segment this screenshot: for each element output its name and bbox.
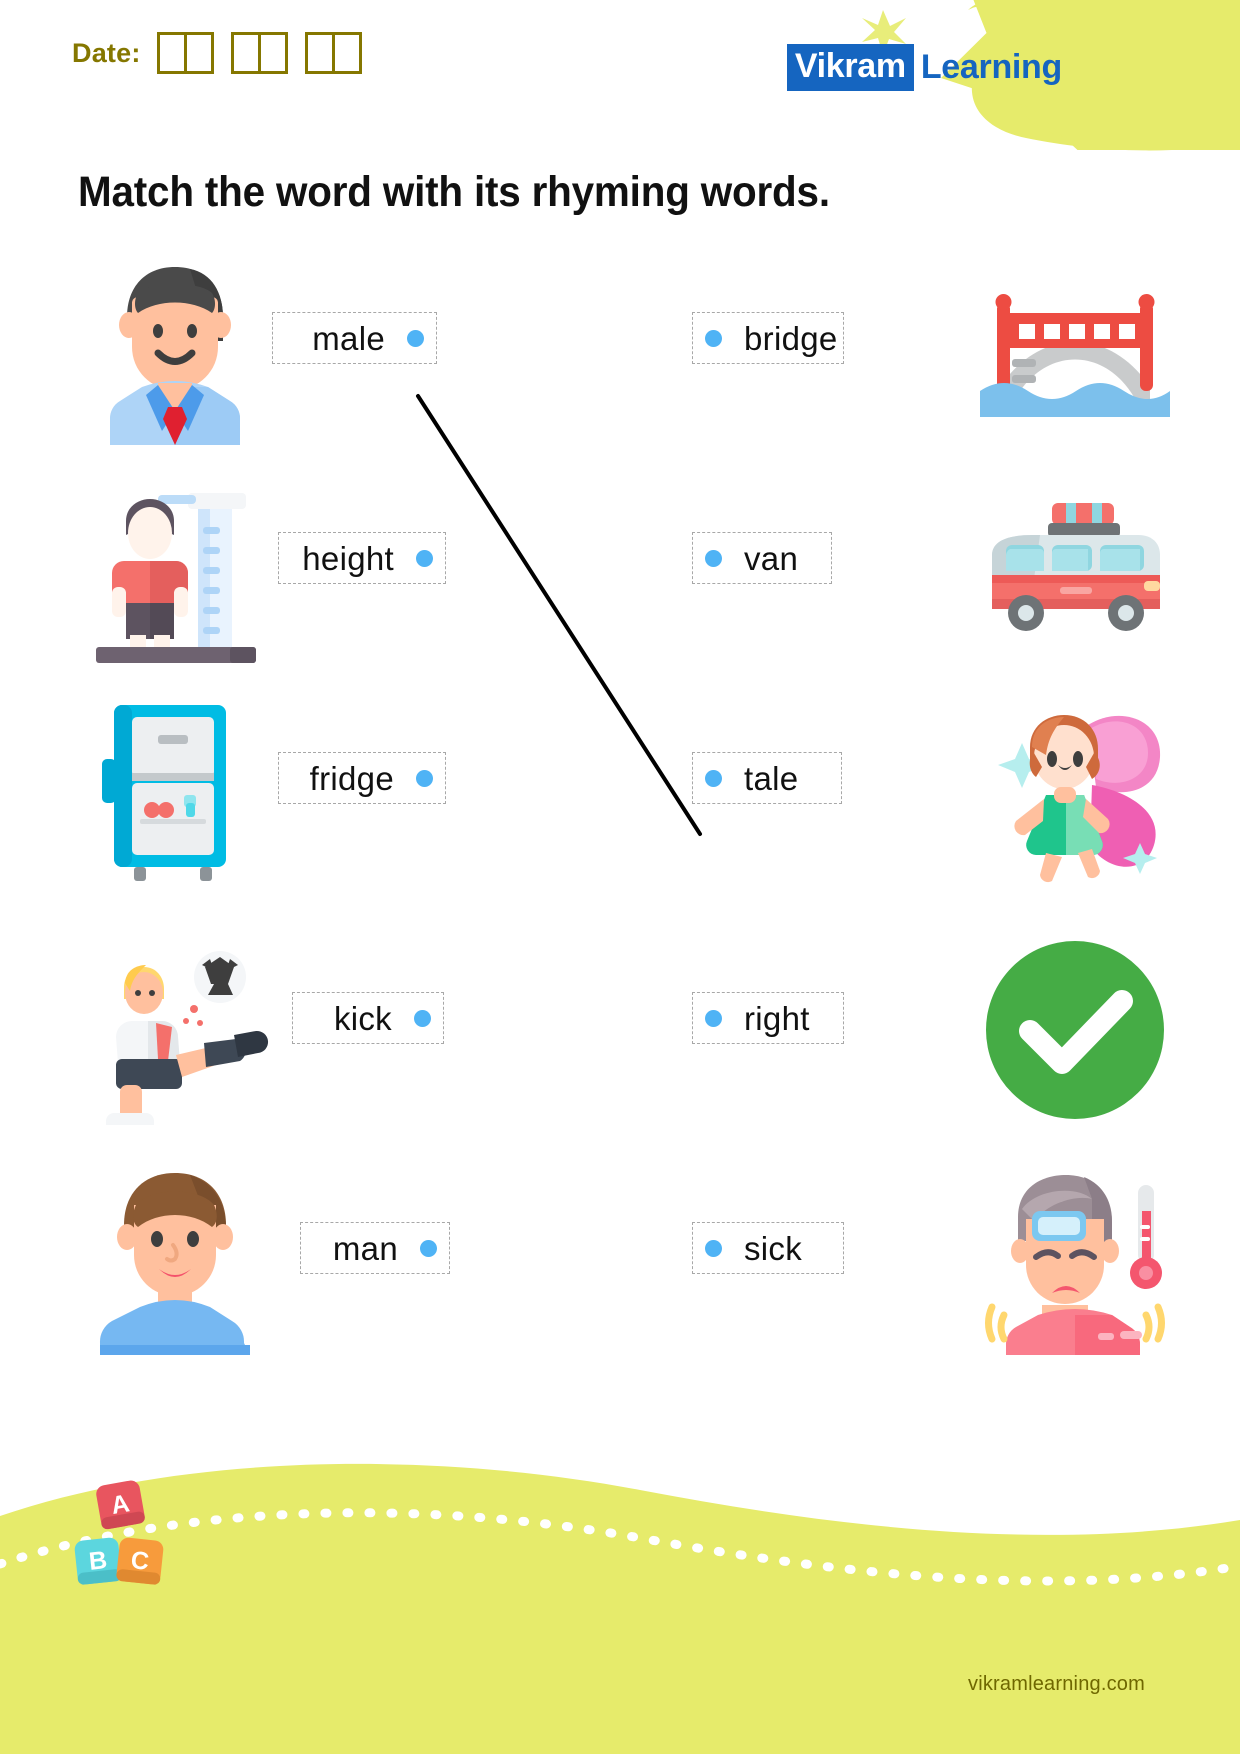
young-man-portrait-icon: [99, 1173, 250, 1355]
date-cell[interactable]: [257, 32, 288, 74]
date-box-group-day[interactable]: [156, 32, 214, 74]
matching-board: male bridge height van fridge tale kick …: [0, 250, 1240, 1410]
word-card-bridge[interactable]: bridge: [692, 312, 844, 364]
connector-dot-right[interactable]: [705, 1009, 722, 1027]
word-card-fridge[interactable]: fridge: [278, 752, 446, 804]
page-title: Match the word with its rhyming words.: [78, 168, 830, 216]
word-card-sick[interactable]: sick: [692, 1222, 844, 1274]
brand-logo[interactable]: Vikram Learning: [786, 44, 1062, 91]
match-row: male bridge: [0, 250, 1240, 450]
connector-dot-fridge[interactable]: [416, 769, 433, 787]
connector-dot-height[interactable]: [416, 549, 433, 567]
match-row: height van: [0, 470, 1240, 670]
word-card-male[interactable]: male: [272, 312, 437, 364]
date-cell[interactable]: [331, 32, 362, 74]
connector-dot-male[interactable]: [407, 329, 424, 347]
footer-website-url[interactable]: vikramlearning.com: [968, 1673, 1145, 1696]
date-box-group-month[interactable]: [230, 32, 288, 74]
word-label: van: [744, 539, 799, 577]
word-label: sick: [744, 1229, 803, 1267]
word-card-tale[interactable]: tale: [692, 752, 842, 804]
date-cell[interactable]: [183, 32, 214, 74]
word-label: height: [302, 539, 394, 577]
connector-dot-van[interactable]: [705, 549, 722, 567]
connector-dot-sick[interactable]: [705, 1239, 722, 1257]
red-camper-van-icon: [992, 503, 1160, 631]
page-footer: A B C vikramlearning.com: [0, 1424, 1240, 1754]
date-box-groups[interactable]: [156, 32, 362, 74]
refrigerator-icon: [102, 705, 226, 881]
match-row: kick right: [0, 930, 1240, 1130]
child-height-measure-icon: [96, 493, 256, 663]
word-card-van[interactable]: van: [692, 532, 832, 584]
page-header: Date: Vikram Learning: [0, 0, 1240, 170]
word-card-kick[interactable]: kick: [292, 992, 444, 1044]
date-field[interactable]: Date:: [72, 32, 362, 74]
word-label: fridge: [309, 759, 394, 797]
date-cell[interactable]: [304, 32, 335, 74]
connector-dot-bridge[interactable]: [705, 329, 722, 347]
connector-dot-tale[interactable]: [705, 769, 722, 787]
logo-word-text: Learning: [920, 48, 1062, 86]
red-bridge-over-water-icon: [980, 294, 1170, 417]
man-in-shirt-and-tie-icon: [109, 267, 241, 445]
word-label: right: [744, 999, 810, 1037]
word-label: tale: [744, 759, 799, 797]
logo-brand-text: Vikram: [786, 44, 914, 91]
fairy-with-pink-wings-icon: [998, 715, 1161, 883]
match-row: man sick: [0, 1160, 1240, 1360]
connector-dot-kick[interactable]: [414, 1009, 431, 1027]
worksheet-page: Date: Vikram Learning Match the word wit…: [0, 0, 1240, 1754]
date-box-group-year[interactable]: [304, 32, 362, 74]
svg-text:B: B: [88, 1546, 109, 1576]
date-label: Date:: [72, 37, 141, 68]
word-label: kick: [333, 999, 392, 1037]
svg-text:C: C: [130, 1546, 151, 1576]
word-card-right[interactable]: right: [692, 992, 844, 1044]
abc-blocks-decoration: A B C: [74, 1480, 164, 1585]
word-label: man: [332, 1229, 398, 1267]
word-label: male: [312, 319, 385, 357]
soccer-player-kicking-icon: [106, 951, 269, 1125]
word-card-height[interactable]: height: [278, 532, 446, 584]
date-cell[interactable]: [156, 32, 187, 74]
word-card-man[interactable]: man: [300, 1222, 450, 1274]
date-cell[interactable]: [230, 32, 261, 74]
connector-dot-man[interactable]: [420, 1239, 437, 1257]
green-check-circle-icon: [986, 941, 1164, 1119]
match-row: fridge tale: [0, 690, 1240, 890]
word-label: bridge: [744, 319, 838, 357]
sick-person-with-thermometer-icon: [985, 1175, 1165, 1355]
